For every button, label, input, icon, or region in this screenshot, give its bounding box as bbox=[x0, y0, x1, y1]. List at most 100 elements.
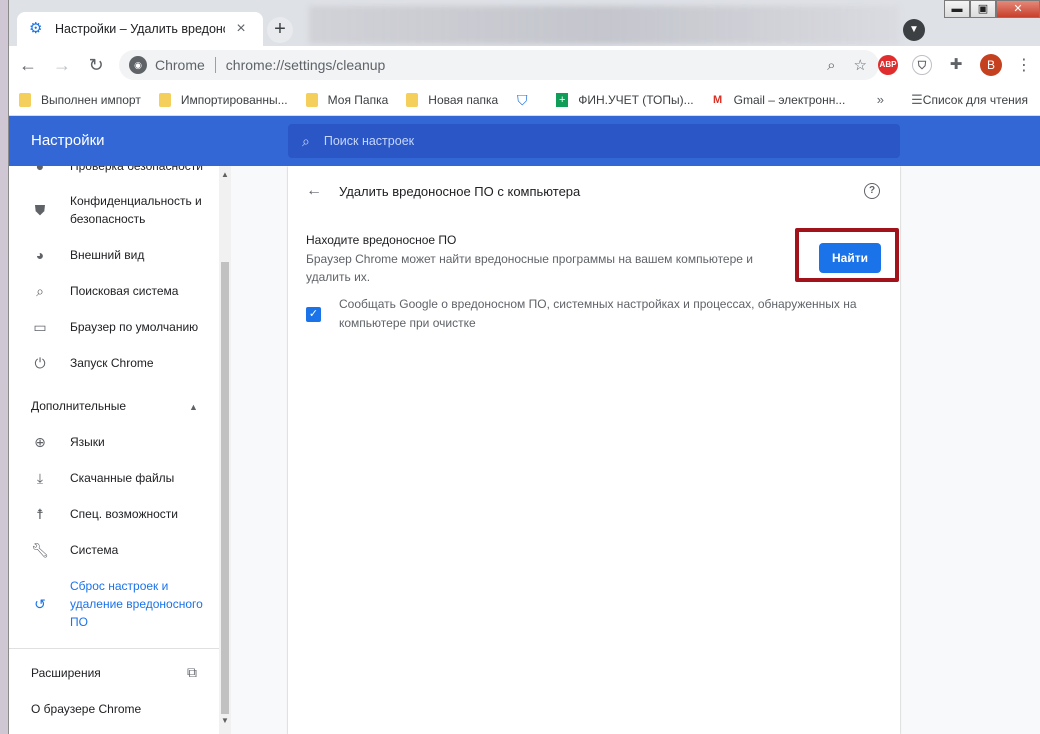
scroll-down-arrow-icon[interactable]: ▼ bbox=[221, 716, 229, 725]
forward-arrow-icon[interactable]: → bbox=[47, 50, 77, 80]
settings-header: Настройки ⌕ bbox=[9, 116, 1040, 166]
maximize-button[interactable]: ▣ bbox=[970, 0, 996, 18]
menu-dots-icon[interactable]: ⋮ bbox=[1016, 55, 1032, 75]
sidebar-item-privacy[interactable]: ⛊ Конфиденциальность и безопасность bbox=[9, 192, 217, 228]
sidebar-item-downloads[interactable]: ⤓ Скачанные файлы bbox=[9, 469, 217, 487]
bookmark-item[interactable]: Новая папка bbox=[406, 92, 499, 107]
sidebar-item-system[interactable]: 🔧︎ Система bbox=[9, 541, 217, 559]
settings-search[interactable]: ⌕ bbox=[288, 124, 900, 158]
settings-sidebar: ● Проверка безопасности ⛊ Конфиденциальн… bbox=[9, 166, 231, 734]
sidebar-item-label: Языки bbox=[70, 435, 105, 449]
avatar[interactable]: B bbox=[980, 54, 1002, 76]
browser-toolbar: ← → ↻ ◉ Chrome chrome://settings/cleanup… bbox=[9, 46, 1040, 84]
sidebar-advanced-toggle[interactable]: Дополнительные bbox=[31, 399, 126, 413]
minimize-button[interactable]: ▬ bbox=[944, 0, 970, 18]
search-icon: ⌕ bbox=[302, 132, 310, 149]
sidebar-item-accessibility[interactable]: ☨ Спец. возможности bbox=[9, 505, 217, 523]
folder-icon bbox=[305, 92, 318, 107]
wrench-icon: 🔧︎ bbox=[31, 541, 49, 558]
bookmarks-overflow-chevron[interactable]: » bbox=[877, 92, 884, 107]
new-tab-button[interactable]: + bbox=[267, 17, 293, 43]
sidebar-item-label: Сброс настроек и удаление вредоносного П… bbox=[70, 579, 203, 629]
back-arrow-icon[interactable]: ← bbox=[13, 50, 43, 80]
address-separator bbox=[214, 57, 216, 73]
sidebar-item-label: Поисковая система bbox=[70, 284, 179, 298]
bookmark-item[interactable]: + ФИН.УЧЕТ (ТОПы)... bbox=[556, 92, 694, 107]
reload-icon[interactable]: ↻ bbox=[81, 50, 111, 80]
url-text[interactable]: chrome://settings/cleanup bbox=[226, 57, 386, 73]
tab-title: Настройки – Удалить вредонос bbox=[55, 22, 225, 36]
extensions-puzzle-icon[interactable]: ✚ bbox=[946, 55, 966, 75]
check-shield-icon: ● bbox=[35, 166, 45, 174]
settings-content: ● Проверка безопасности ⛊ Конфиденциальн… bbox=[9, 166, 1040, 734]
bookmark-item[interactable]: Моя Папка bbox=[305, 92, 389, 107]
bookmark-label: ФИН.УЧЕТ (ТОПы)... bbox=[578, 92, 694, 107]
sidebar-scrollbar[interactable]: ▲ ▼ bbox=[219, 166, 231, 734]
blurred-background-tabs bbox=[309, 6, 899, 44]
search-icon: ⌕ bbox=[36, 282, 44, 299]
search-input[interactable] bbox=[323, 134, 844, 148]
sidebar-item-search-engine[interactable]: ⌕ Поисковая система bbox=[9, 282, 217, 300]
close-button[interactable]: ✕ bbox=[996, 0, 1040, 18]
bookmark-item[interactable]: Импортированны... bbox=[158, 92, 288, 107]
bookmark-item[interactable]: M Gmail – электронн... bbox=[712, 92, 846, 107]
power-icon: ⏻ bbox=[34, 354, 46, 371]
palette-icon: ◕ bbox=[35, 247, 45, 263]
tab-settings[interactable]: ⚙ Настройки – Удалить вредонос × bbox=[17, 12, 263, 46]
title-bar: ⚙ Настройки – Удалить вредонос × + ▼ ▬ ▣… bbox=[9, 0, 1040, 46]
sidebar-item-label: Конфиденциальность и безопасность bbox=[70, 194, 202, 226]
advanced-label: Дополнительные bbox=[31, 399, 126, 413]
bookmarks-bar: Выполнен импорт Импортированны... Моя Па… bbox=[9, 84, 1040, 116]
extensions-label: Расширения bbox=[31, 666, 101, 680]
shield-icon: ⛉ bbox=[516, 91, 528, 108]
bookmark-label: Gmail – электронн... bbox=[733, 92, 846, 107]
find-description: Браузер Chrome может найти вредоносные п… bbox=[306, 252, 753, 284]
scroll-up-arrow-icon[interactable]: ▲ bbox=[221, 170, 229, 179]
window-controls: ▬ ▣ ✕ bbox=[944, 0, 1040, 18]
sidebar-item-label: Спец. возможности bbox=[70, 507, 178, 521]
sidebar-item-startup[interactable]: ⏻ Запуск Chrome bbox=[9, 354, 217, 372]
sidebar-item-languages[interactable]: ⊕ Языки bbox=[9, 433, 217, 451]
sidebar-item-safety-check[interactable]: ● Проверка безопасности bbox=[9, 166, 217, 175]
find-heading: Находите вредоносное ПО bbox=[306, 233, 457, 247]
sheets-icon: + bbox=[556, 92, 569, 107]
checkmark-icon: ✓ bbox=[308, 308, 319, 320]
zoom-search-icon[interactable]: ⌕ bbox=[827, 57, 835, 74]
about-label: О браузере Chrome bbox=[31, 702, 142, 716]
adblock-plus-icon[interactable]: ABP bbox=[878, 55, 898, 75]
folder-icon bbox=[158, 92, 171, 107]
reading-list-button[interactable]: ☰ Список для чтения bbox=[911, 92, 1028, 108]
shield-extension-icon[interactable]: ⛉ bbox=[912, 55, 932, 75]
sidebar-item-label: Запуск Chrome bbox=[70, 356, 154, 370]
bookmark-item[interactable]: ⛉ bbox=[516, 93, 538, 107]
bookmark-star-icon[interactable]: ☆ bbox=[854, 56, 867, 74]
sidebar-item-label: Внешний вид bbox=[70, 248, 145, 262]
address-bar[interactable]: ◉ Chrome chrome://settings/cleanup ⌕ ☆ bbox=[119, 50, 879, 80]
sidebar-item-label: Скачанные файлы bbox=[70, 471, 175, 485]
sidebar-item-label: Браузер по умолчанию bbox=[70, 320, 199, 334]
tab-close-icon[interactable]: × bbox=[233, 20, 249, 38]
bookmark-item[interactable]: Выполнен импорт bbox=[19, 92, 141, 107]
report-checkbox[interactable]: ✓ bbox=[306, 307, 321, 322]
sidebar-item-label: Система bbox=[70, 543, 119, 557]
sidebar-item-appearance[interactable]: ◕ Внешний вид bbox=[9, 246, 217, 264]
scrollbar-thumb[interactable] bbox=[221, 262, 229, 714]
sidebar-item-extensions[interactable]: Расширения bbox=[31, 666, 101, 680]
bookmark-label: Моя Папка bbox=[327, 92, 389, 107]
find-button[interactable]: Найти bbox=[819, 243, 881, 273]
external-link-icon[interactable]: ⧉ bbox=[187, 664, 197, 681]
caret-up-icon[interactable]: ▲ bbox=[189, 402, 198, 412]
bookmark-label: Новая папка bbox=[428, 92, 499, 107]
help-icon[interactable]: ? bbox=[864, 183, 880, 199]
gmail-icon: M bbox=[713, 93, 723, 106]
reading-list-label: Список для чтения bbox=[922, 92, 1028, 107]
sidebar-item-reset-cleanup[interactable]: ↺ Сброс настроек и удаление вредоносного… bbox=[9, 577, 217, 631]
sidebar-item-default-browser[interactable]: ▭ Браузер по умолчанию bbox=[9, 318, 217, 336]
back-arrow-icon[interactable]: ← bbox=[306, 182, 322, 200]
tab-search-icon[interactable]: ▼ bbox=[903, 19, 925, 41]
folder-icon bbox=[406, 92, 419, 107]
sidebar-item-about[interactable]: О браузере Chrome bbox=[31, 702, 141, 716]
cleanup-title: Удалить вредоносное ПО с компьютера bbox=[339, 184, 581, 199]
bookmark-label: Импортированны... bbox=[180, 92, 288, 107]
bookmark-label: Выполнен импорт bbox=[41, 92, 141, 107]
